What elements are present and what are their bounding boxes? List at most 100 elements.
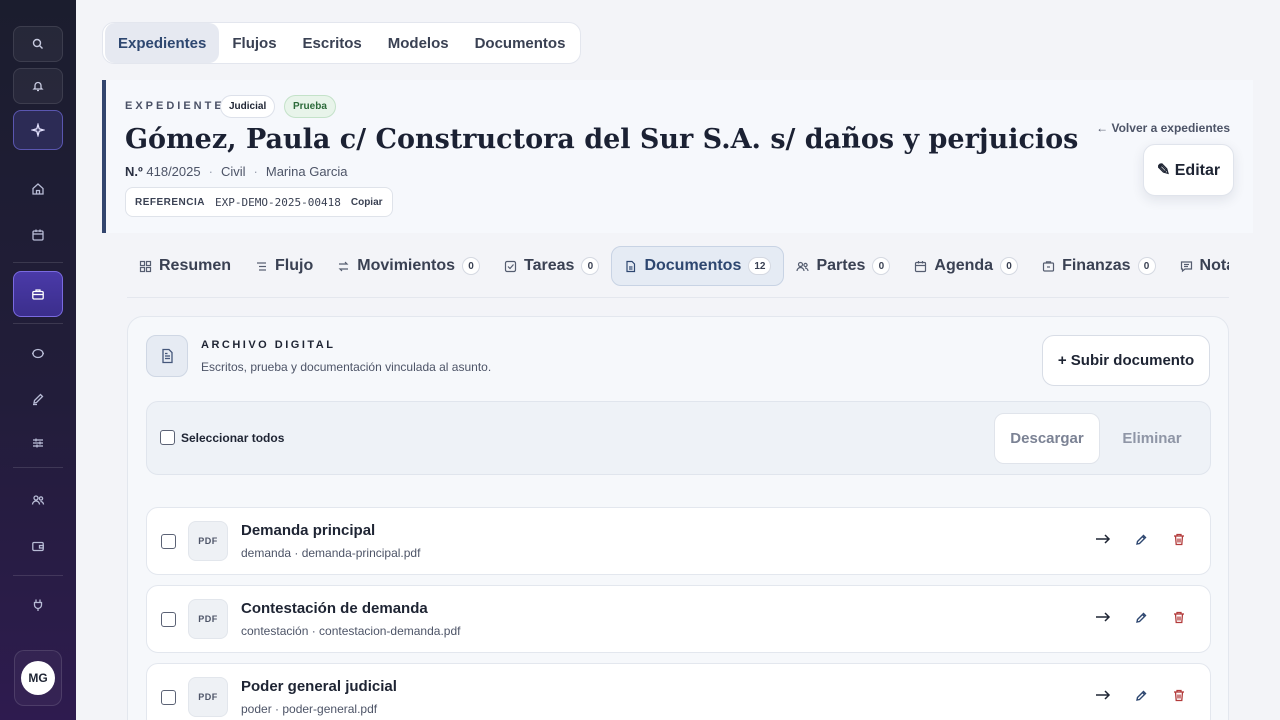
tab-label: Finanzas [1062, 257, 1131, 274]
edit-pencil-icon[interactable] [1132, 686, 1150, 704]
tab-resumen[interactable]: Resumen [127, 246, 243, 286]
archive-document-icon [146, 335, 188, 377]
notifications-button[interactable] [13, 68, 63, 104]
back-to-cases-link[interactable]: ← Volver a expedientes [1096, 121, 1230, 135]
tab-tareas[interactable]: Tareas 0 [492, 246, 611, 286]
home-nav[interactable] [28, 179, 48, 199]
cases-nav[interactable] [13, 271, 63, 317]
settings-nav[interactable] [28, 433, 48, 453]
document-row[interactable]: PDF Contestación de demanda contestación… [146, 585, 1211, 653]
case-tabs: Resumen Flujo Movimientos 0 Tareas 0 Doc… [127, 246, 1229, 298]
case-number-value: 418/2025 [146, 164, 201, 179]
case-eyebrow: EXPEDIENTE [125, 100, 225, 112]
tab-count: 0 [1137, 257, 1156, 275]
open-arrow-icon[interactable] [1094, 608, 1112, 626]
arrows-icon [337, 260, 350, 273]
tab-expedientes[interactable]: Expedientes [105, 23, 220, 63]
sidebar-divider [13, 323, 63, 324]
search-button[interactable] [13, 26, 63, 62]
avatar[interactable]: MG [21, 661, 55, 695]
download-button[interactable]: Descargar [994, 413, 1100, 464]
document-title[interactable]: Poder general judicial [241, 678, 397, 695]
document-row[interactable]: PDF Demanda principal demanda · demanda-… [146, 507, 1211, 575]
tab-partes[interactable]: Partes 0 [784, 246, 902, 286]
copy-reference-button[interactable]: Copiar [351, 197, 383, 208]
chat-icon [32, 348, 44, 359]
tab-documentos[interactable]: Documentos [462, 23, 579, 63]
tab-count: 0 [1000, 257, 1019, 275]
contacts-nav[interactable] [28, 490, 48, 510]
delete-button[interactable]: Eliminar [1107, 413, 1197, 464]
checkbox-icon [504, 260, 517, 273]
judicial-badge: Judicial [220, 95, 276, 118]
bell-icon [32, 81, 44, 92]
chat-nav[interactable] [28, 344, 48, 364]
edit-button[interactable]: ✎ Editar [1143, 144, 1234, 196]
tab-flujos[interactable]: Flujos [219, 23, 289, 63]
tab-modelos[interactable]: Modelos [375, 23, 462, 63]
document-meta: poder · poder-general.pdf [241, 702, 378, 716]
tab-count: 12 [748, 257, 772, 275]
reference-code: EXP-DEMO-2025-00418 [215, 195, 341, 209]
archive-title: ARCHIVO DIGITAL [201, 339, 336, 351]
list-icon [255, 260, 268, 273]
open-arrow-icon[interactable] [1094, 686, 1112, 704]
trash-icon[interactable] [1170, 608, 1188, 626]
select-all[interactable]: Seleccionar todos [160, 430, 284, 445]
document-title[interactable]: Contestación de demanda [241, 600, 428, 617]
pen-icon [33, 393, 44, 406]
tab-documentos-activo[interactable]: Documentos 12 [611, 246, 785, 286]
pdf-file-icon: PDF [188, 677, 228, 717]
tab-label: Resumen [159, 257, 232, 274]
case-header: EXPEDIENTE Judicial Prueba Gómez, Paula … [102, 80, 1253, 233]
edit-pencil-icon[interactable] [1132, 530, 1150, 548]
calendar-nav[interactable] [28, 225, 48, 245]
sidebar-divider [13, 575, 63, 576]
tab-label: Partes [816, 257, 866, 274]
case-number-label: N.º [125, 164, 143, 179]
tab-escritos[interactable]: Escritos [290, 23, 375, 63]
integrations-nav[interactable] [28, 595, 48, 615]
digital-archive-panel: ARCHIVO DIGITAL Escritos, prueba y docum… [127, 316, 1229, 720]
users-icon [31, 495, 45, 505]
calendar-icon [32, 229, 44, 241]
user-menu[interactable]: MG [14, 650, 62, 706]
document-row[interactable]: PDF Poder general judicial poder · poder… [146, 663, 1211, 720]
trash-icon[interactable] [1170, 530, 1188, 548]
sidebar-divider [13, 467, 63, 468]
pdf-file-icon: PDF [188, 521, 228, 561]
document-meta: demanda · demanda-principal.pdf [241, 546, 421, 560]
page-title: Gómez, Paula c/ Constructora del Sur S.A… [125, 124, 1079, 155]
row-actions [1094, 530, 1188, 548]
trash-icon[interactable] [1170, 686, 1188, 704]
open-arrow-icon[interactable] [1094, 530, 1112, 548]
search-icon [32, 38, 43, 49]
row-checkbox[interactable] [161, 690, 176, 705]
tab-finanzas[interactable]: Finanzas 0 [1030, 246, 1167, 286]
sparkle-icon [31, 123, 45, 137]
ai-assistant-button[interactable] [13, 110, 63, 150]
billing-nav[interactable] [28, 536, 48, 556]
tab-count: 0 [462, 257, 481, 275]
select-all-label: Seleccionar todos [181, 430, 285, 445]
users-icon [796, 260, 810, 273]
row-checkbox[interactable] [161, 534, 176, 549]
writing-nav[interactable] [28, 389, 48, 409]
tab-agenda[interactable]: Agenda 0 [902, 246, 1030, 286]
document-meta: contestación · contestacion-demanda.pdf [241, 624, 461, 638]
select-all-checkbox[interactable] [160, 430, 175, 445]
case-responsable: Marina Garcia [265, 164, 348, 179]
archive-subtitle: Escritos, prueba y documentación vincula… [201, 360, 492, 374]
tab-notas[interactable]: Notas [1168, 246, 1229, 286]
edit-pencil-icon[interactable] [1132, 608, 1150, 626]
prueba-badge: Prueba [284, 95, 336, 118]
row-checkbox[interactable] [161, 612, 176, 627]
tab-flujo[interactable]: Flujo [243, 246, 325, 286]
plug-icon [33, 599, 43, 611]
document-title[interactable]: Demanda principal [241, 522, 375, 539]
sidebar-divider [13, 262, 63, 263]
tab-count: 0 [872, 257, 891, 275]
tab-movimientos[interactable]: Movimientos 0 [325, 246, 492, 286]
reference-box: REFERENCIA EXP-DEMO-2025-00418 Copiar [125, 187, 393, 217]
upload-document-button[interactable]: + Subir documento [1042, 335, 1210, 386]
